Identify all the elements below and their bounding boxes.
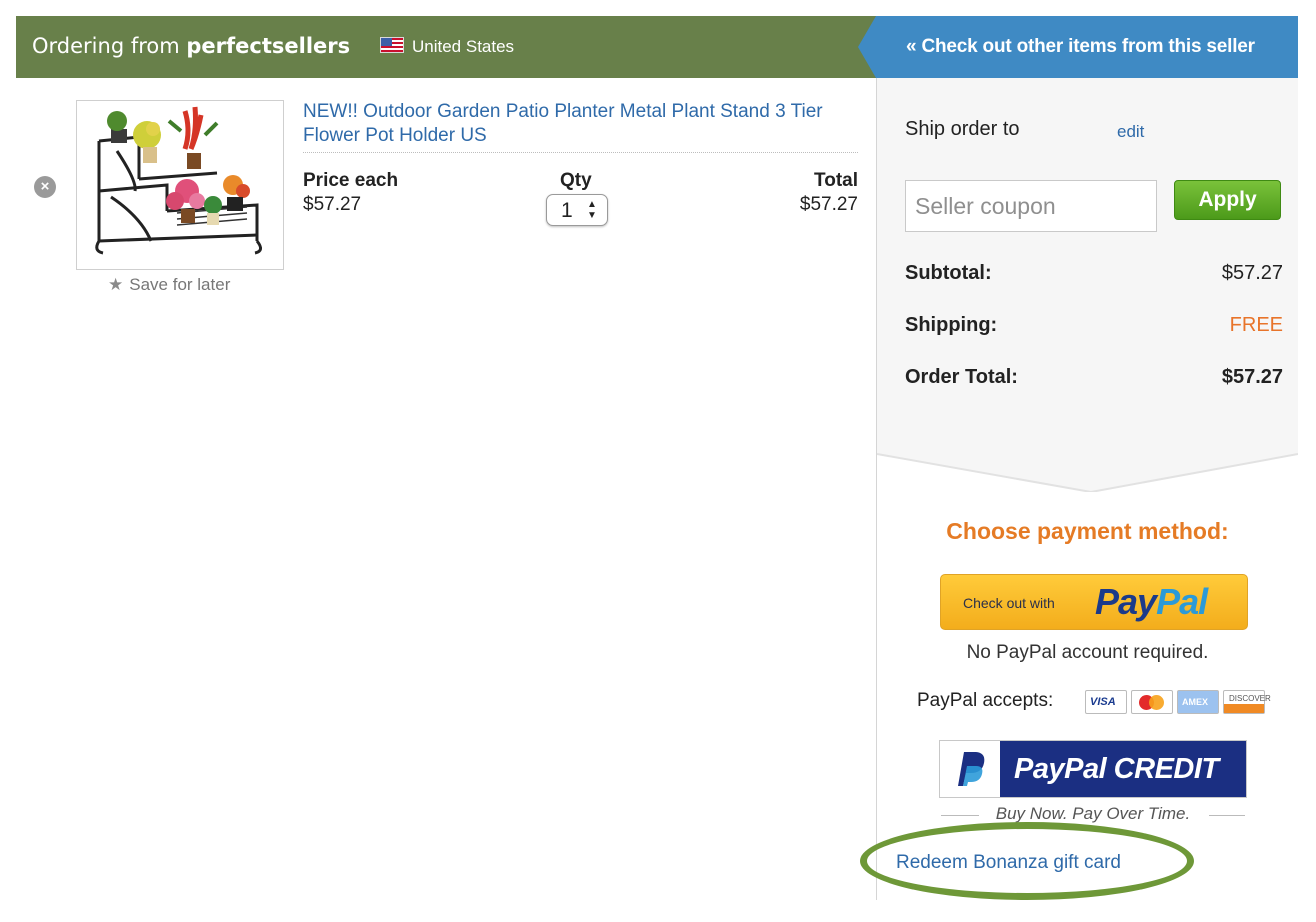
no-paypal-account-note: No PayPal account required. [966,642,1209,663]
payment-method-heading: Choose payment method: [946,518,1229,544]
total-value: $57.27 [799,194,858,215]
paypal-credit-label: PayPal CREDIT [1014,753,1219,785]
order-sidebar: Ship order to edit Apply Subtotal: $57.2… [876,78,1298,900]
redeem-gift-card-link[interactable]: Redeem Bonanza gift card [896,852,1121,874]
edit-shipping-link[interactable]: edit [1117,122,1144,142]
close-circle-icon: × [40,178,50,195]
remove-item-button[interactable]: × [34,176,56,198]
item-divider [303,152,858,153]
save-for-later-label: Save for later [129,275,231,294]
ship-order-to-label: Ship order to [905,118,1020,140]
price-each-value: $57.27 [303,194,362,215]
price-each-label: Price each [303,170,399,191]
visa-card-text: VISA [1090,696,1116,708]
paypal-credit-tagline-text: Buy Now. Pay Over Time. [995,804,1191,823]
total-label: Total [814,170,858,191]
paypal-accepts-label: PayPal accepts: [917,690,1054,711]
shipping-value: FREE [1229,314,1283,336]
amex-card-text: AMEX [1182,697,1209,707]
seller-header-bar: Ordering from perfectsellers United Stat… [16,16,1298,78]
other-items-link[interactable]: « Check out other items from this seller [858,16,1298,78]
qty-value: 1 [561,199,573,222]
seller-name[interactable]: perfectsellers [186,34,350,58]
product-image[interactable] [76,100,284,270]
discover-card-text: DISCOVER [1229,694,1271,703]
ordering-from-prefix: Ordering from [32,34,180,58]
mastercard-icon [1131,690,1173,714]
visa-card-icon: VISA [1085,690,1127,714]
discover-card-icon: DISCOVER [1223,690,1271,714]
seller-country: United States [412,37,515,56]
seller-coupon-input[interactable] [905,180,1157,232]
ordering-from-title: Ordering from perfectsellers [32,32,350,60]
qty-stepper[interactable]: 1 ▲ ▼ [546,194,608,226]
subtotal-label: Subtotal: [905,262,992,284]
up-down-arrows-icon: ▲ ▼ [587,199,597,221]
order-total-value: $57.27 [1221,366,1283,388]
star-icon: ★ [108,275,124,294]
paypal-credit-tagline: Buy Now. Pay Over Time. [939,804,1247,824]
paypal-button-prefix: Check out with [963,595,1055,611]
paypal-logo: PayPal [1095,581,1208,623]
qty-label: Qty [560,170,592,191]
paypal-logo-pay: Pay [1095,581,1157,622]
shipping-label: Shipping: [905,314,998,336]
paypal-p-icon [940,741,1000,797]
tagline-rule-right [1209,815,1245,816]
paypal-logo-pal: Pal [1156,581,1208,622]
item-title-link[interactable]: NEW!! Outdoor Garden Patio Planter Metal… [303,100,859,148]
save-for-later-link[interactable]: ★ Save for later [108,275,230,295]
subtotal-value: $57.27 [1221,262,1283,284]
plant-stand-image [95,106,262,255]
summary-chevron [877,446,1298,492]
us-flag-icon [380,37,404,53]
order-summary-panel: Ship order to edit Apply Subtotal: $57.2… [877,78,1298,446]
paypal-checkout-button[interactable]: Check out with PayPal [940,574,1248,630]
paypal-credit-button[interactable]: PayPal CREDIT [939,740,1247,798]
apply-coupon-button[interactable]: Apply [1174,180,1281,220]
amex-card-icon: AMEX [1177,690,1219,714]
order-total-label: Order Total: [905,366,1018,388]
